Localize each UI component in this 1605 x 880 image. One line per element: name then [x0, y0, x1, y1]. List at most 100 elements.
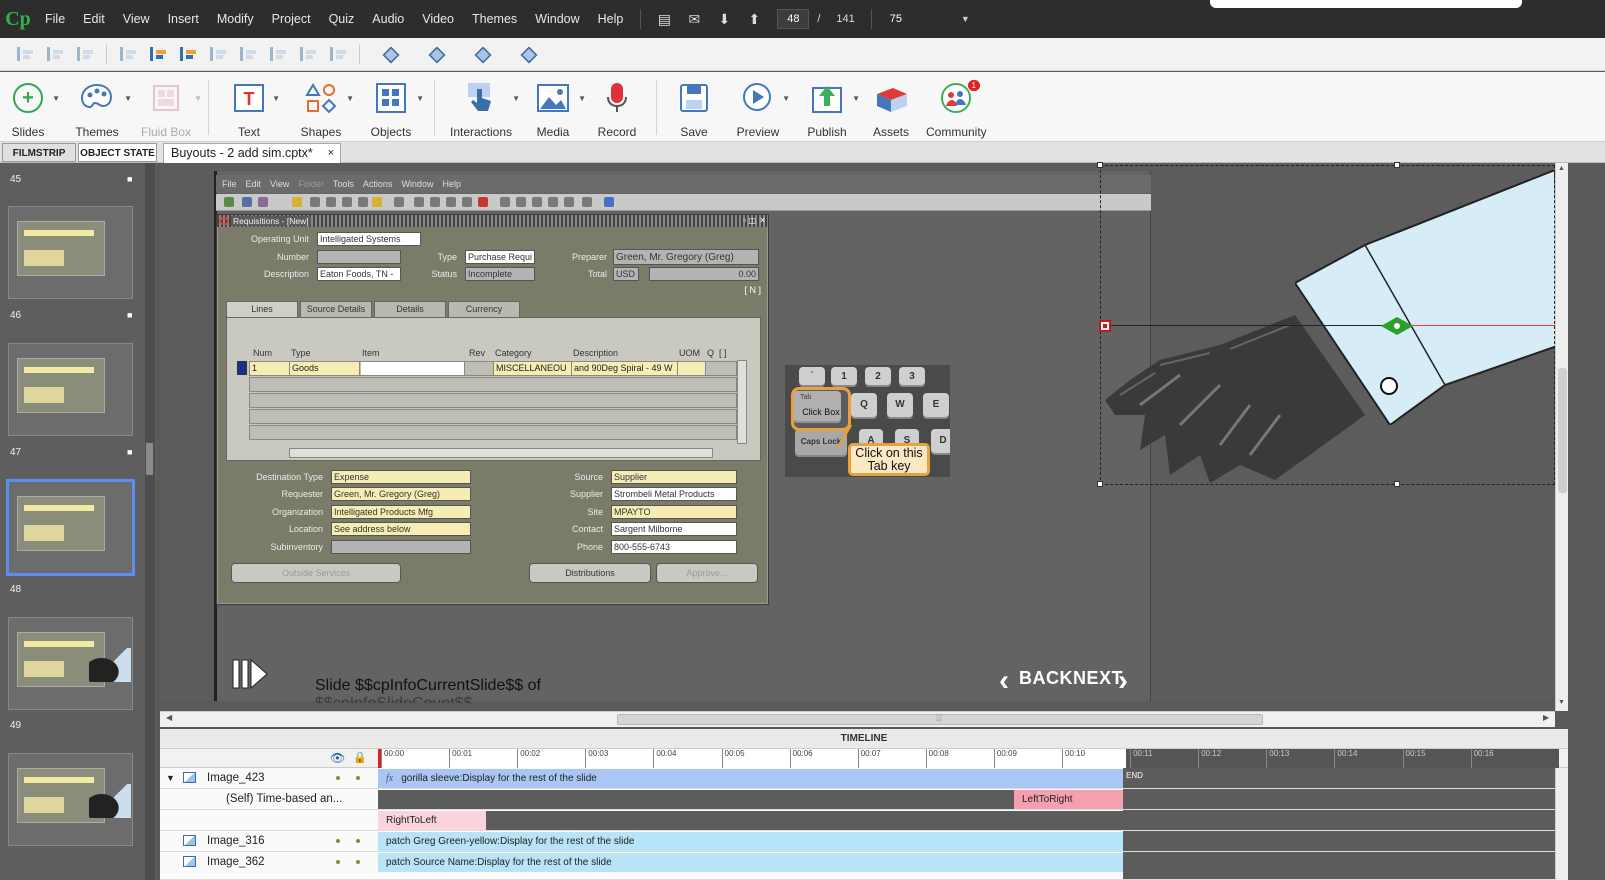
resize-handle-bottom[interactable]	[1394, 481, 1400, 487]
save-button[interactable]: Save	[674, 76, 714, 139]
visibility-dot[interactable]	[336, 860, 340, 864]
text-button[interactable]: T ▼ Text	[228, 76, 280, 139]
scroll-up-icon[interactable]: ▲	[1558, 165, 1565, 172]
themes-button[interactable]: ▼ Themes	[72, 76, 132, 139]
arrow-up-icon[interactable]: ⬆	[745, 11, 763, 27]
chevron-right-icon[interactable]: ›	[1118, 666, 1128, 696]
menu-help[interactable]: Help	[589, 12, 633, 26]
chevron-left-icon[interactable]: ‹	[999, 666, 1009, 696]
send-to-back-icon[interactable]	[518, 45, 536, 63]
preview-button[interactable]: ▼ Preview	[736, 76, 790, 139]
shapes-button[interactable]: ▼ Shapes	[298, 76, 354, 139]
canvas-horizontal-scrollbar[interactable]: ◀ ⦙⦙⦙ ▶	[160, 711, 1555, 727]
rotation-handle[interactable]	[1380, 377, 1398, 395]
menu-view[interactable]: View	[114, 12, 159, 26]
timeline-bar[interactable]: fx gorilla sleeve:Display for the rest of…	[378, 769, 1123, 788]
align-top-icon[interactable]	[120, 47, 136, 61]
scroll-down-icon[interactable]: ▼	[1558, 699, 1565, 706]
caption-icon[interactable]: ▤	[655, 11, 673, 27]
slide-thumbnail-45[interactable]	[8, 206, 133, 299]
lock-icon[interactable]: 🔒	[353, 751, 367, 764]
back-button[interactable]: BACK	[1019, 668, 1073, 689]
timeline-ruler[interactable]: 00:00 00:01 00:02 00:03 00:04 00:05 00:06 00:07…	[378, 749, 1559, 768]
click-box[interactable]: Tab Click Box	[791, 387, 851, 431]
eye-icon[interactable]: 👁	[330, 751, 345, 765]
menu-themes[interactable]: Themes	[463, 12, 526, 26]
arrow-down-icon[interactable]: ⬇	[715, 11, 733, 27]
canvas-vertical-scrollbar[interactable]: ▲ ▼	[1555, 163, 1568, 711]
filmstrip-scroll-thumb[interactable]	[146, 443, 153, 475]
menu-file[interactable]: File	[36, 12, 74, 26]
same-width-icon[interactable]	[270, 47, 286, 61]
align-center-icon[interactable]	[47, 47, 63, 61]
align-left-icon[interactable]	[17, 47, 33, 61]
lock-dot[interactable]	[356, 860, 360, 864]
tab-filmstrip[interactable]: FILMSTRIP	[2, 143, 76, 162]
distribute-vertical-icon[interactable]	[240, 47, 256, 61]
visibility-dot[interactable]	[336, 839, 340, 843]
align-right-icon[interactable]	[77, 47, 93, 61]
menu-audio[interactable]: Audio	[363, 12, 413, 26]
lock-dot[interactable]	[356, 839, 360, 843]
distribute-horizontal-icon[interactable]	[210, 47, 226, 61]
timeline-row[interactable]: (Self) Time-based an... LeftToRight	[160, 789, 1568, 810]
menu-video[interactable]: Video	[413, 12, 463, 26]
filmstrip-scrollbar[interactable]	[145, 163, 155, 880]
current-slide-input[interactable]: 48	[777, 9, 810, 29]
playbar-play-icon[interactable]	[232, 656, 268, 692]
timeline-bar[interactable]: LeftToRight	[1014, 790, 1123, 809]
objects-button[interactable]: ▼ Objects	[368, 76, 424, 139]
timeline-row[interactable]: RightToLeft	[160, 810, 1568, 831]
timeline-bar[interactable]: RightToLeft	[378, 811, 486, 830]
text-caption[interactable]: Click on this Tab key	[848, 443, 930, 476]
same-size-icon[interactable]	[330, 47, 346, 61]
publish-button[interactable]: ▼ Publish	[804, 76, 860, 139]
expand-triangle-icon[interactable]: ▼	[166, 768, 175, 789]
next-button[interactable]: NEXT	[1073, 668, 1123, 689]
motion-start-point[interactable]	[1099, 320, 1111, 332]
menu-project[interactable]: Project	[263, 12, 320, 26]
slide-thumbnail-47[interactable]	[6, 479, 135, 576]
slide-thumbnail-49[interactable]	[8, 753, 133, 846]
media-button[interactable]: ▼ Media	[530, 76, 586, 139]
menu-insert[interactable]: Insert	[159, 12, 208, 26]
align-bottom-icon[interactable]	[180, 47, 196, 61]
scroll-left-icon[interactable]: ◀	[166, 713, 172, 722]
menu-window[interactable]: Window	[526, 12, 588, 26]
menu-quiz[interactable]: Quiz	[320, 12, 364, 26]
slide-thumbnail-48[interactable]	[8, 617, 133, 710]
vertical-scroll-thumb[interactable]	[1558, 368, 1567, 493]
tab-object-state[interactable]: OBJECT STATE	[78, 143, 157, 162]
slides-button[interactable]: + ▼ Slides	[6, 76, 60, 139]
motion-end-point-icon[interactable]	[1381, 317, 1413, 335]
assets-button[interactable]: Assets	[870, 76, 912, 139]
slide-thumbnail-46[interactable]	[8, 343, 133, 436]
resize-handle-top[interactable]	[1394, 162, 1400, 168]
mail-icon[interactable]: ✉	[685, 11, 703, 27]
resize-handle-tl[interactable]	[1097, 162, 1103, 168]
zoom-select[interactable]: 75 ▼	[880, 9, 970, 29]
align-middle-icon[interactable]	[150, 47, 166, 61]
timeline-bar[interactable]: patch Greg Green-yellow:Display for the …	[378, 832, 1123, 851]
same-height-icon[interactable]	[300, 47, 316, 61]
timeline-row[interactable]: ▼ Image_423 fx gorilla sleeve:Display for …	[160, 768, 1568, 789]
timeline-row[interactable]: Image_316 patch Greg Green-yellow:Displa…	[160, 831, 1568, 852]
resize-handle-bl[interactable]	[1097, 481, 1103, 487]
fluid-box-button[interactable]: ▼ Fluid Box	[140, 76, 202, 139]
menu-modify[interactable]: Modify	[208, 12, 263, 26]
scroll-right-icon[interactable]: ▶	[1543, 713, 1549, 722]
horizontal-scroll-thumb[interactable]: ⦙⦙⦙	[617, 713, 1263, 725]
lock-dot[interactable]	[356, 776, 360, 780]
timeline-bar[interactable]: patch Source Name:Display for the rest o…	[378, 853, 1123, 872]
send-backward-icon[interactable]	[472, 45, 490, 63]
menu-edit[interactable]: Edit	[74, 12, 114, 26]
tab-document[interactable]: Buyouts - 2 add sim.cptx* ×	[163, 143, 341, 163]
timeline-vertical-scrollbar[interactable]	[1555, 768, 1568, 880]
bring-to-front-icon[interactable]	[380, 45, 398, 63]
interactions-button[interactable]: ▼ Interactions	[450, 76, 520, 139]
community-button[interactable]: 1 Community	[926, 76, 987, 139]
visibility-dot[interactable]	[336, 776, 340, 780]
timeline-row[interactable]: Image_362 patch Source Name:Display for …	[160, 852, 1568, 880]
close-icon[interactable]: ×	[328, 144, 334, 163]
record-button[interactable]: Record	[596, 76, 638, 139]
